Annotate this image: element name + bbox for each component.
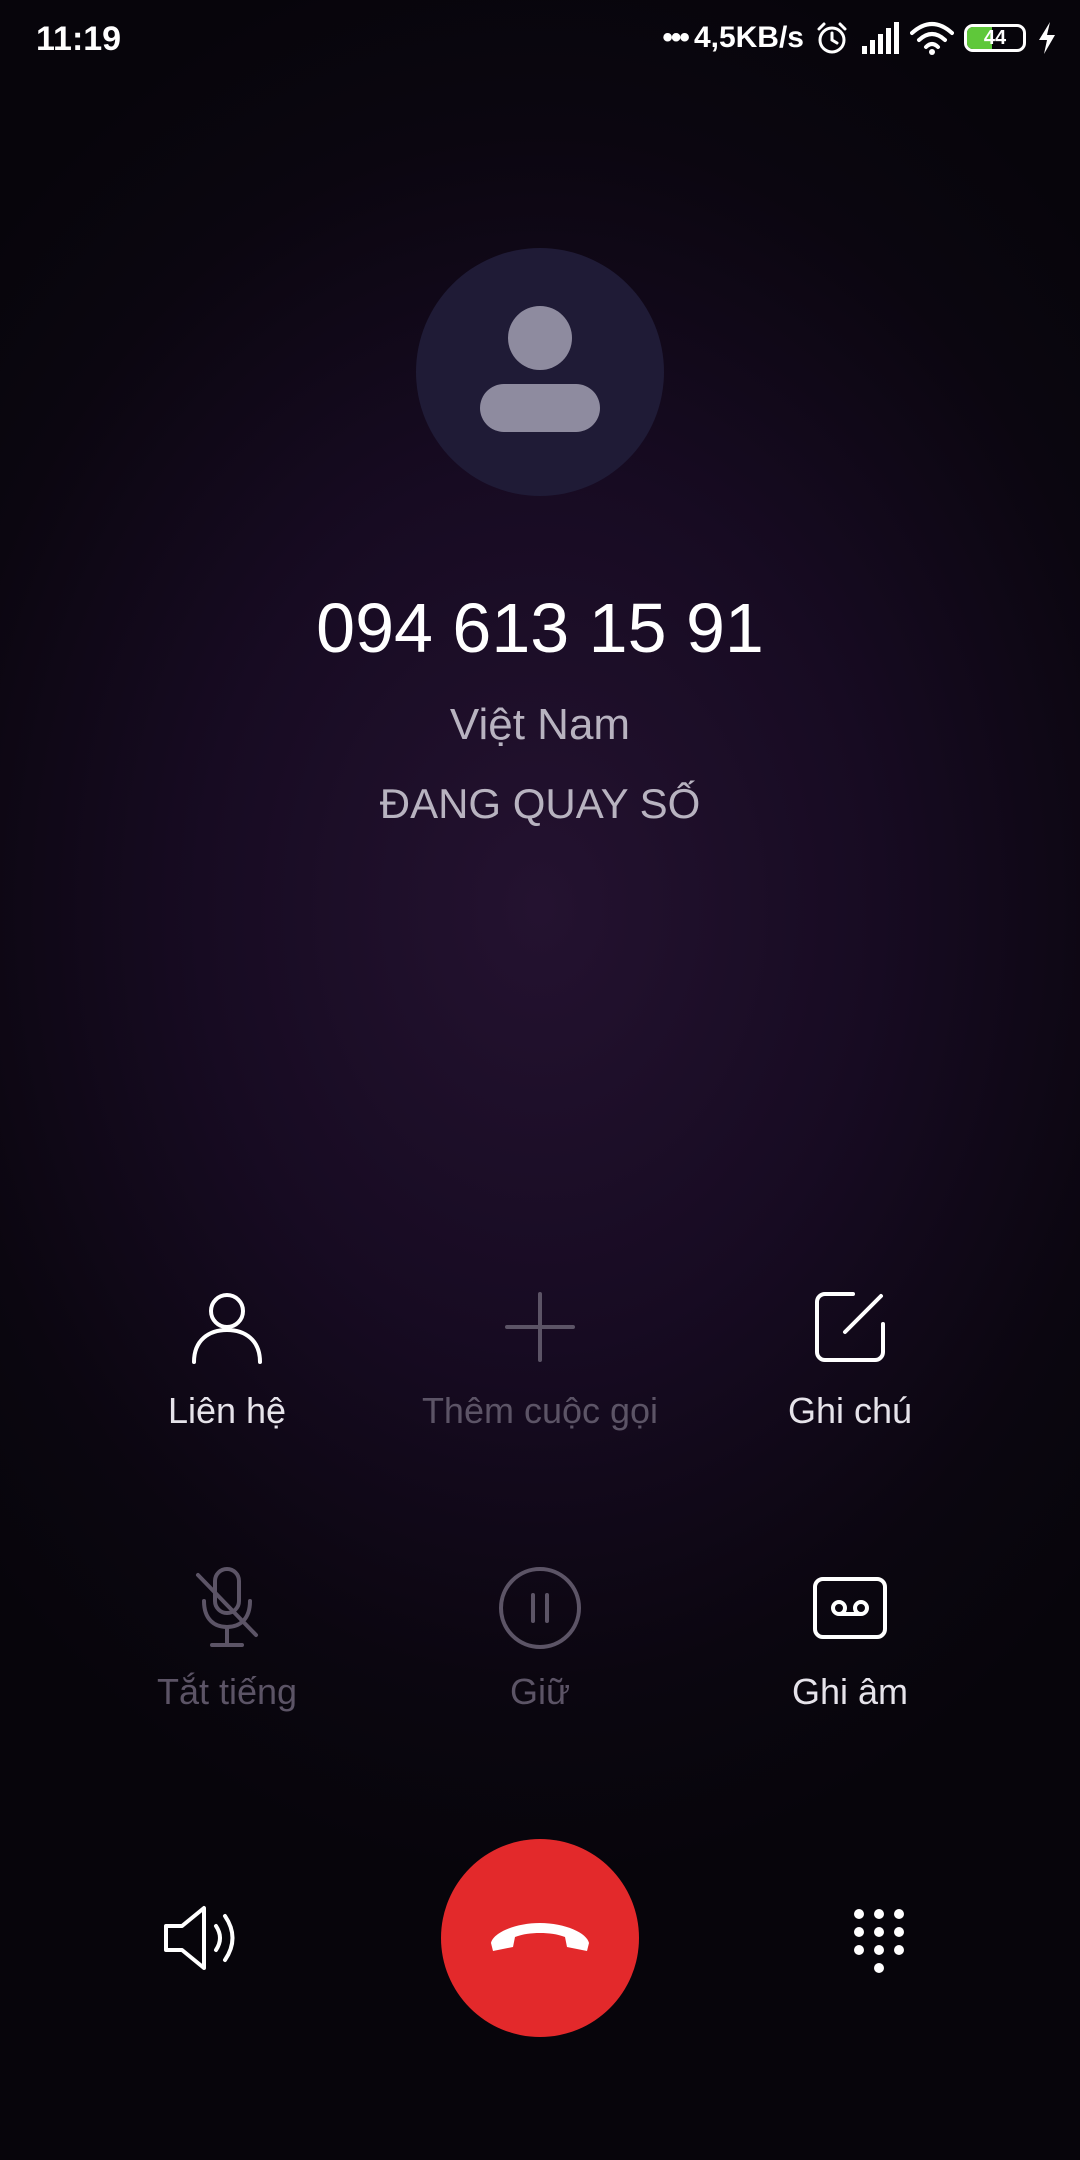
hold-button[interactable]: Giữ <box>380 1563 700 1713</box>
dialpad-icon <box>854 1909 904 1973</box>
status-time: 11:19 <box>36 20 122 58</box>
person-placeholder-icon <box>480 306 600 432</box>
record-label: Ghi âm <box>791 1671 909 1712</box>
mute-icon <box>196 1567 258 1647</box>
battery-icon: 44 <box>964 24 1026 52</box>
charging-icon <box>1039 22 1055 54</box>
notes-button[interactable]: Ghi chú <box>690 1282 1010 1432</box>
add-call-button[interactable]: Thêm cuộc gọi <box>380 1282 700 1432</box>
status-icons: ••• 4,5KB/s 44 <box>662 16 1058 60</box>
hold-icon <box>499 1567 581 1649</box>
speaker-button[interactable] <box>152 1888 252 1988</box>
record-icon <box>813 1577 887 1639</box>
notes-label: Ghi chú <box>787 1390 913 1431</box>
contacts-label: Liên hệ <box>167 1390 287 1431</box>
contact-icon <box>192 1293 262 1364</box>
call-status: ĐANG QUAY SỐ <box>379 780 701 827</box>
phone-number: 094 613 15 91 <box>316 589 764 667</box>
more-dots-icon: ••• <box>662 21 689 54</box>
caller-location: Việt Nam <box>449 700 631 749</box>
end-call-button[interactable] <box>441 1839 639 2037</box>
mute-button[interactable]: Tắt tiếng <box>67 1563 387 1713</box>
signal-icon <box>862 22 899 54</box>
battery-level: 44 <box>983 26 1007 49</box>
dialpad-button[interactable] <box>829 1888 929 1988</box>
alarm-icon <box>817 22 847 54</box>
note-icon <box>815 1292 885 1362</box>
end-call-icon <box>491 1923 589 1951</box>
speaker-icon <box>164 1906 235 1970</box>
add-call-icon <box>505 1292 575 1362</box>
mute-label: Tắt tiếng <box>156 1671 298 1712</box>
network-speed: 4,5KB/s <box>693 21 804 54</box>
add-call-label: Thêm cuộc gọi <box>421 1390 659 1431</box>
hold-label: Giữ <box>509 1671 571 1712</box>
contacts-button[interactable]: Liên hệ <box>67 1282 387 1432</box>
status-bar: 11:19 ••• 4,5KB/s 44 <box>0 0 1080 76</box>
wifi-icon <box>910 22 954 55</box>
record-button[interactable]: Ghi âm <box>690 1563 1010 1713</box>
contact-avatar <box>416 248 664 496</box>
